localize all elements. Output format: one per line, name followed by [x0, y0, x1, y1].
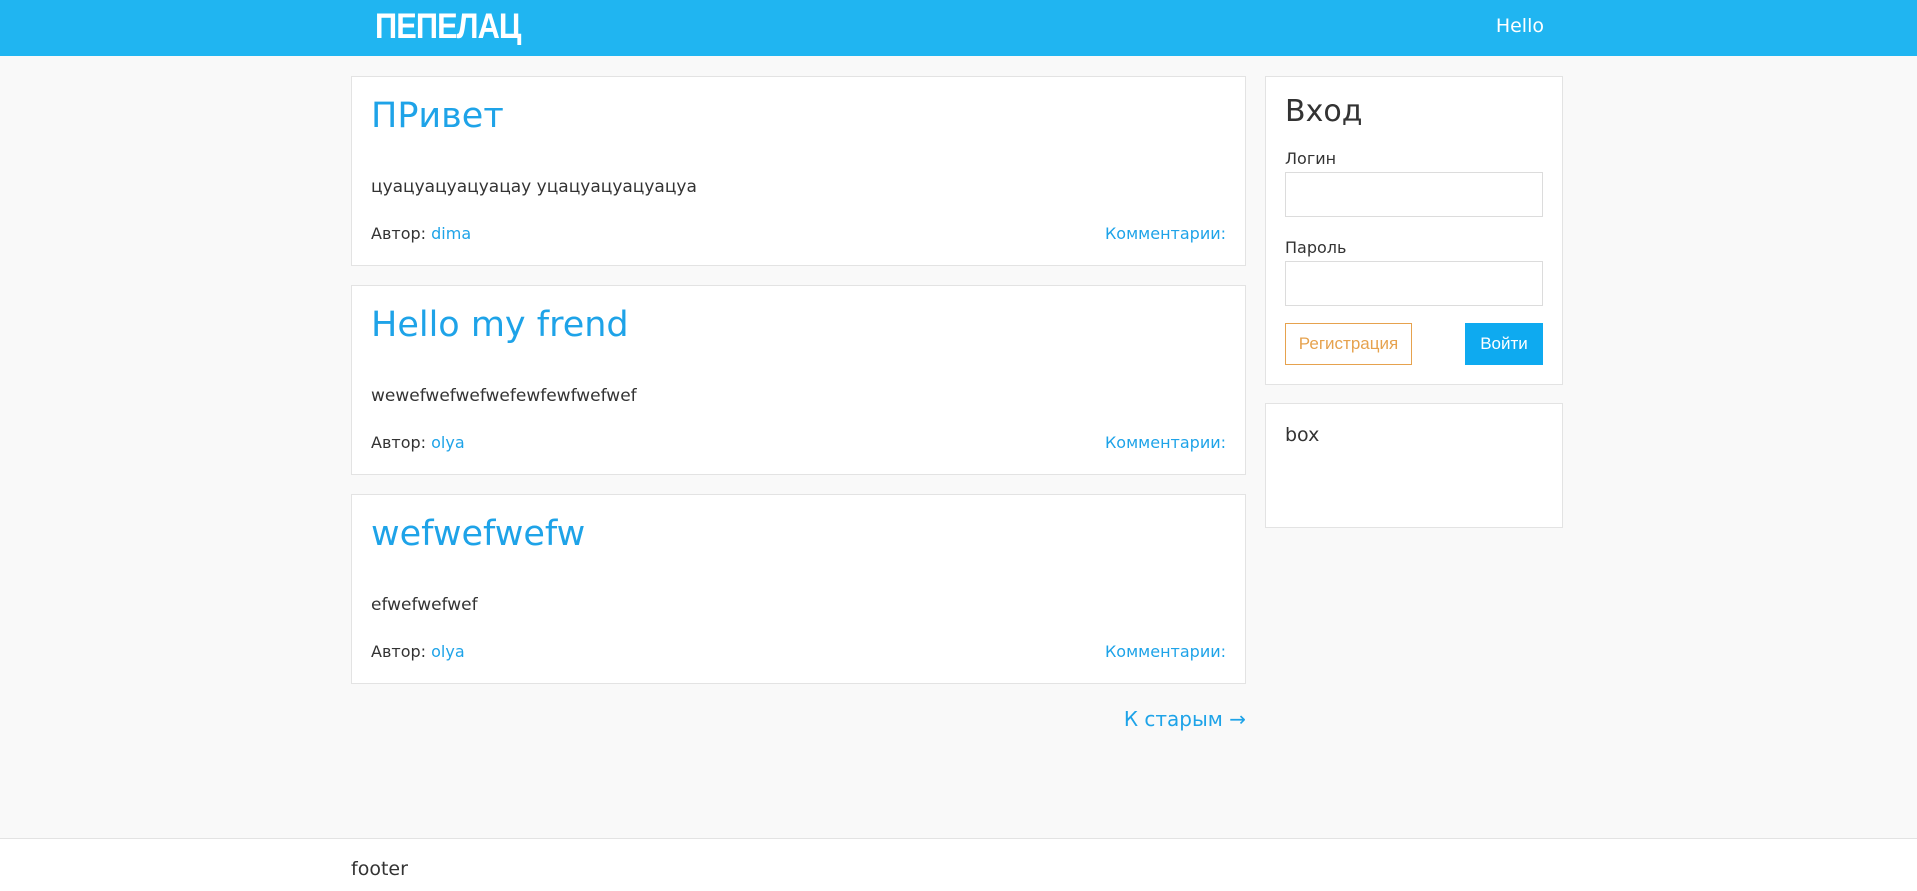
site-logo[interactable]: ПЕПЕЛАЦ [375, 6, 521, 48]
author-link[interactable]: olya [431, 642, 465, 661]
password-label: Пароль [1285, 238, 1347, 257]
author-label: Автор: [371, 224, 427, 243]
post-body: efwefwefwef [371, 595, 478, 615]
login-label: Логин [1285, 149, 1337, 168]
comments-link[interactable]: Комментарии: [1105, 224, 1226, 244]
user-greeting-link[interactable]: Hello [1496, 14, 1544, 38]
top-navbar: ПЕПЕЛАЦ Hello [0, 0, 1917, 56]
box-panel: box [1265, 403, 1563, 528]
password-input[interactable] [1285, 261, 1543, 306]
post-author: Автор: olya [371, 433, 465, 453]
author-label: Автор: [371, 433, 427, 452]
page-footer: footer [0, 838, 1917, 891]
post-author: Автор: olya [371, 642, 465, 662]
box-text: box [1285, 424, 1320, 446]
post-title-link[interactable]: ПРивет [371, 93, 504, 139]
login-panel: Вход Логин Пароль Регистрация Войти [1265, 76, 1563, 385]
author-label: Автор: [371, 642, 427, 661]
comments-link[interactable]: Комментарии: [1105, 642, 1226, 662]
login-button[interactable]: Войти [1465, 323, 1543, 365]
post-author: Автор: dima [371, 224, 471, 244]
footer-text: footer [351, 858, 408, 880]
post-card: Hello my frend wewefwefwefwefewfewfwefwe… [351, 285, 1246, 475]
author-link[interactable]: olya [431, 433, 465, 452]
register-button[interactable]: Регистрация [1285, 323, 1412, 365]
comments-link[interactable]: Комментарии: [1105, 433, 1226, 453]
post-title-link[interactable]: Hello my frend [371, 302, 629, 348]
post-title-link[interactable]: wefwefwefw [371, 511, 585, 557]
post-card: wefwefwefw efwefwefwef Автор: olya Комме… [351, 494, 1246, 684]
login-input[interactable] [1285, 172, 1543, 217]
author-link[interactable]: dima [431, 224, 471, 243]
post-body: цуацуацуацуацау уцацуацуацуацуа [371, 177, 697, 197]
post-card: ПРивет цуацуацуацуацау уцацуацуацуацуа А… [351, 76, 1246, 266]
login-title: Вход [1285, 94, 1363, 129]
older-posts-link[interactable]: К старым → [1124, 706, 1246, 732]
post-body: wewefwefwefwefewfewfwefwef [371, 386, 637, 406]
